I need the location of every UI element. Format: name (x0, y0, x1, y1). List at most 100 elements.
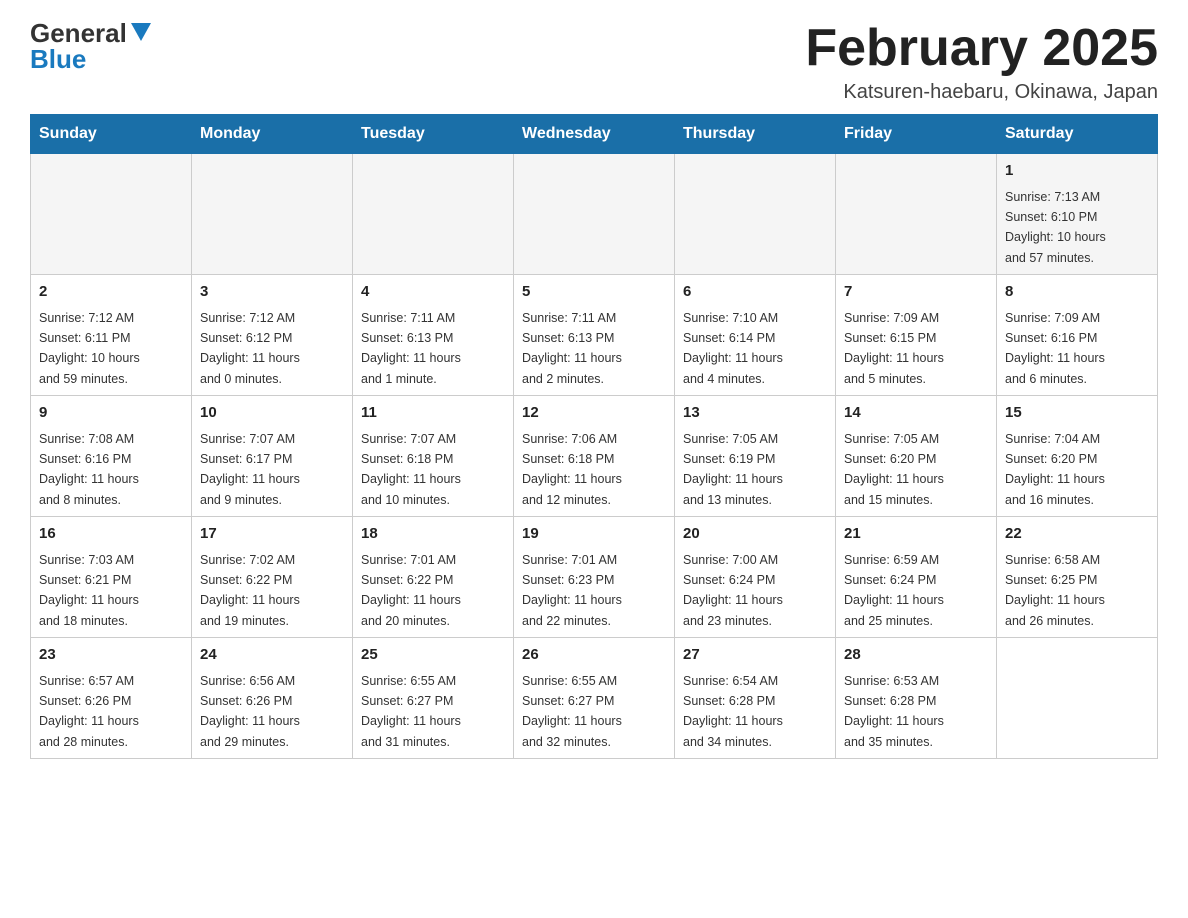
day-info: Sunrise: 6:56 AM Sunset: 6:26 PM Dayligh… (200, 674, 300, 749)
day-info: Sunrise: 7:08 AM Sunset: 6:16 PM Dayligh… (39, 432, 139, 507)
calendar-cell: 15Sunrise: 7:04 AM Sunset: 6:20 PM Dayli… (997, 396, 1158, 517)
title-block: February 2025 Katsuren-haebaru, Okinawa,… (805, 20, 1158, 104)
logo-blue-text: Blue (30, 46, 86, 72)
calendar-cell: 10Sunrise: 7:07 AM Sunset: 6:17 PM Dayli… (192, 396, 353, 517)
day-number: 23 (39, 644, 183, 667)
day-number: 19 (522, 523, 666, 546)
calendar-cell: 14 Sunrise: 7:05 AM Sunset: 6:20 PM Dayli… (836, 396, 997, 517)
day-info: Sunrise: 7:02 AM Sunset: 6:22 PM Dayligh… (200, 553, 300, 628)
calendar-table: SundayMondayTuesdayWednesdayThursdayFrid… (30, 114, 1158, 759)
day-info: Sunrise: 7:09 AM Sunset: 6:15 PM Dayligh… (844, 311, 944, 386)
day-info: Sunrise: 6:55 AM Sunset: 6:27 PM Dayligh… (361, 674, 461, 749)
day-number: 7 (844, 281, 988, 304)
calendar-cell (514, 154, 675, 275)
calendar-cell: 28 Sunrise: 6:53 AM Sunset: 6:28 PM Dayli… (836, 638, 997, 759)
calendar-cell: 5 Sunrise: 7:11 AM Sunset: 6:13 PM Daylig… (514, 275, 675, 396)
day-number: 15 (1005, 402, 1149, 425)
day-number: 26 (522, 644, 666, 667)
day-info: Sunrise: 7:00 AM Sunset: 6:24 PM Dayligh… (683, 553, 783, 628)
weekday-header-thursday: Thursday (675, 115, 836, 154)
calendar-cell (675, 154, 836, 275)
day-info: Sunrise: 6:57 AM Sunset: 6:26 PM Dayligh… (39, 674, 139, 749)
calendar-cell: 22Sunrise: 6:58 AM Sunset: 6:25 PM Dayli… (997, 517, 1158, 638)
calendar-header-row: SundayMondayTuesdayWednesdayThursdayFrid… (31, 115, 1158, 154)
page-header: General Blue February 2025 Katsuren-haeb… (30, 20, 1158, 104)
weekday-header-wednesday: Wednesday (514, 115, 675, 154)
calendar-cell: 6Sunrise: 7:10 AM Sunset: 6:14 PM Daylig… (675, 275, 836, 396)
day-info: Sunrise: 6:58 AM Sunset: 6:25 PM Dayligh… (1005, 553, 1105, 628)
day-number: 6 (683, 281, 827, 304)
calendar-cell: 17 Sunrise: 7:02 AM Sunset: 6:22 PM Dayli… (192, 517, 353, 638)
calendar-cell (31, 154, 192, 275)
logo: General Blue (30, 20, 151, 72)
day-number: 24 (200, 644, 344, 667)
calendar-cell: 11 Sunrise: 7:07 AM Sunset: 6:18 PM Dayli… (353, 396, 514, 517)
weekday-header-monday: Monday (192, 115, 353, 154)
calendar-cell: 16 Sunrise: 7:03 AM Sunset: 6:21 PM Dayli… (31, 517, 192, 638)
day-number: 20 (683, 523, 827, 546)
weekday-header-sunday: Sunday (31, 115, 192, 154)
calendar-cell (997, 638, 1158, 759)
day-number: 10 (200, 402, 344, 425)
day-number: 5 (522, 281, 666, 304)
calendar-cell: 8 Sunrise: 7:09 AM Sunset: 6:16 PM Daylig… (997, 275, 1158, 396)
calendar-week-row: 16 Sunrise: 7:03 AM Sunset: 6:21 PM Dayli… (31, 517, 1158, 638)
day-number: 13 (683, 402, 827, 425)
day-number: 14 (844, 402, 988, 425)
calendar-cell: 4Sunrise: 7:11 AM Sunset: 6:13 PM Daylig… (353, 275, 514, 396)
calendar-cell: 19 Sunrise: 7:01 AM Sunset: 6:23 PM Dayli… (514, 517, 675, 638)
calendar-week-row: 1Sunrise: 7:13 AM Sunset: 6:10 PM Daylig… (31, 154, 1158, 275)
day-number: 21 (844, 523, 988, 546)
day-number: 18 (361, 523, 505, 546)
day-number: 12 (522, 402, 666, 425)
calendar-cell: 21 Sunrise: 6:59 AM Sunset: 6:24 PM Dayli… (836, 517, 997, 638)
day-info: Sunrise: 7:05 AM Sunset: 6:20 PM Dayligh… (844, 432, 944, 507)
calendar-cell: 13 Sunrise: 7:05 AM Sunset: 6:19 PM Dayli… (675, 396, 836, 517)
calendar-week-row: 2Sunrise: 7:12 AM Sunset: 6:11 PM Daylig… (31, 275, 1158, 396)
day-number: 4 (361, 281, 505, 304)
calendar-cell: 1Sunrise: 7:13 AM Sunset: 6:10 PM Daylig… (997, 154, 1158, 275)
calendar-week-row: 23 Sunrise: 6:57 AM Sunset: 6:26 PM Dayli… (31, 638, 1158, 759)
calendar-cell (353, 154, 514, 275)
calendar-cell: 27 Sunrise: 6:54 AM Sunset: 6:28 PM Dayli… (675, 638, 836, 759)
weekday-header-friday: Friday (836, 115, 997, 154)
calendar-cell: 26 Sunrise: 6:55 AM Sunset: 6:27 PM Dayli… (514, 638, 675, 759)
day-number: 3 (200, 281, 344, 304)
day-info: Sunrise: 7:09 AM Sunset: 6:16 PM Dayligh… (1005, 311, 1105, 386)
day-info: Sunrise: 7:12 AM Sunset: 6:11 PM Dayligh… (39, 311, 140, 386)
day-info: Sunrise: 6:55 AM Sunset: 6:27 PM Dayligh… (522, 674, 622, 749)
day-info: Sunrise: 6:53 AM Sunset: 6:28 PM Dayligh… (844, 674, 944, 749)
day-info: Sunrise: 7:06 AM Sunset: 6:18 PM Dayligh… (522, 432, 622, 507)
day-number: 27 (683, 644, 827, 667)
calendar-cell: 12 Sunrise: 7:06 AM Sunset: 6:18 PM Dayli… (514, 396, 675, 517)
day-info: Sunrise: 7:03 AM Sunset: 6:21 PM Dayligh… (39, 553, 139, 628)
day-info: Sunrise: 7:05 AM Sunset: 6:19 PM Dayligh… (683, 432, 783, 507)
day-number: 1 (1005, 160, 1149, 183)
calendar-week-row: 9 Sunrise: 7:08 AM Sunset: 6:16 PM Daylig… (31, 396, 1158, 517)
day-info: Sunrise: 6:54 AM Sunset: 6:28 PM Dayligh… (683, 674, 783, 749)
calendar-cell: 9 Sunrise: 7:08 AM Sunset: 6:16 PM Daylig… (31, 396, 192, 517)
calendar-cell: 2Sunrise: 7:12 AM Sunset: 6:11 PM Daylig… (31, 275, 192, 396)
calendar-cell: 7 Sunrise: 7:09 AM Sunset: 6:15 PM Daylig… (836, 275, 997, 396)
day-number: 17 (200, 523, 344, 546)
calendar-cell: 23 Sunrise: 6:57 AM Sunset: 6:26 PM Dayli… (31, 638, 192, 759)
calendar-cell: 24 Sunrise: 6:56 AM Sunset: 6:26 PM Dayli… (192, 638, 353, 759)
day-info: Sunrise: 7:07 AM Sunset: 6:18 PM Dayligh… (361, 432, 461, 507)
day-number: 9 (39, 402, 183, 425)
calendar-cell (836, 154, 997, 275)
day-number: 28 (844, 644, 988, 667)
day-info: Sunrise: 7:11 AM Sunset: 6:13 PM Dayligh… (522, 311, 622, 386)
weekday-header-saturday: Saturday (997, 115, 1158, 154)
day-number: 16 (39, 523, 183, 546)
logo-general-text: General (30, 20, 127, 46)
day-info: Sunrise: 7:01 AM Sunset: 6:23 PM Dayligh… (522, 553, 622, 628)
month-title: February 2025 (805, 20, 1158, 77)
day-number: 8 (1005, 281, 1149, 304)
day-info: Sunrise: 6:59 AM Sunset: 6:24 PM Dayligh… (844, 553, 944, 628)
calendar-cell (192, 154, 353, 275)
calendar-cell: 20 Sunrise: 7:00 AM Sunset: 6:24 PM Dayli… (675, 517, 836, 638)
calendar-cell: 18 Sunrise: 7:01 AM Sunset: 6:22 PM Dayli… (353, 517, 514, 638)
logo-triangle-icon (131, 23, 151, 41)
day-info: Sunrise: 7:01 AM Sunset: 6:22 PM Dayligh… (361, 553, 461, 628)
day-number: 11 (361, 402, 505, 425)
